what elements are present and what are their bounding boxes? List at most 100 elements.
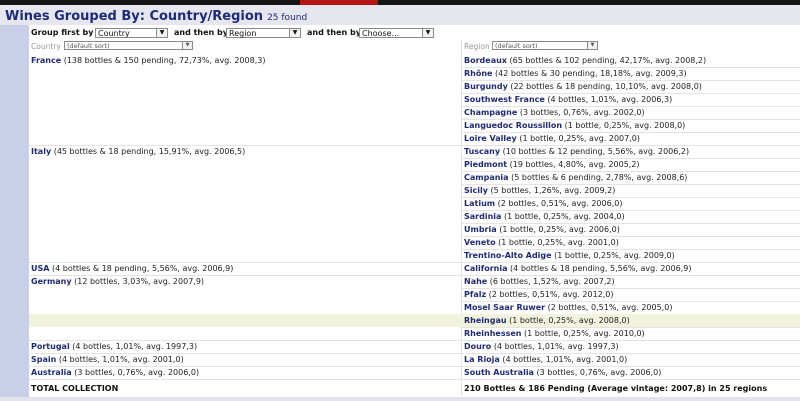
then-by-select-1[interactable]: Region ▼ [226,28,301,38]
region-link[interactable]: Pfalz [464,290,486,299]
region-stats: (1 bottle, 0,25%, avg. 2008,0) [506,316,630,325]
region-cell: Southwest France (4 bottles, 1,01%, avg.… [464,93,672,106]
table-row: Languedoc Roussillon (1 bottle, 0,25%, a… [29,119,800,132]
region-link[interactable]: Tuscany [464,147,500,156]
region-link[interactable]: Mosel Saar Ruwer [464,303,545,312]
region-stats: (1 bottle, 0,25%, avg. 2009,0) [551,251,675,260]
region-link[interactable]: Rheinhessen [464,329,521,338]
country-link[interactable]: USA [31,264,49,273]
region-link[interactable]: Trentino-Alto Adige [464,251,552,260]
table-row: Rheingau (1 bottle, 0,25%, avg. 2008,0) [29,314,800,327]
region-link[interactable]: Sardinia [464,212,501,221]
table-row: Pfalz (2 bottles, 0,51%, avg. 2012,0) [29,288,800,301]
region-cell: Rheinhessen (1 bottle, 0,25%, avg. 2010,… [464,327,645,340]
region-link[interactable]: South Australia [464,368,534,377]
region-link[interactable]: Umbria [464,225,497,234]
region-link[interactable]: Southwest France [464,95,545,104]
then-by-select-1-value: Region [229,29,257,38]
country-link[interactable]: Portugal [31,342,70,351]
table-row: Sardinia (1 bottle, 0,25%, avg. 2004,0) [29,210,800,223]
group-first-select[interactable]: Country ▼ [95,28,168,38]
region-link[interactable]: Bordeaux [464,56,507,65]
then-by-label-2: and then by [307,28,361,37]
region-cell: Burgundy (22 bottles & 18 pending, 10,10… [464,80,702,93]
table-row: Mosel Saar Ruwer (2 bottles, 0,51%, avg.… [29,301,800,314]
table-row: Rhône (42 bottles & 30 pending, 18,18%, … [29,67,800,80]
region-link[interactable]: Loire Valley [464,134,517,143]
then-by-label-1: and then by [174,28,228,37]
table-row: Latium (2 bottles, 0,51%, avg. 2006,0) [29,197,800,210]
region-link[interactable]: La Rioja [464,355,500,364]
region-sort-value: (default sort) [495,42,538,50]
region-link[interactable]: Sicily [464,186,488,195]
region-cell: Mosel Saar Ruwer (2 bottles, 0,51%, avg.… [464,301,672,314]
page-header: Wines Grouped By: Country/Region 25 found [0,5,800,25]
table-row: France (138 bottles & 150 pending, 72,73… [29,54,800,67]
table-row: USA (4 bottles & 18 pending, 5,56%, avg.… [29,262,800,275]
country-link[interactable]: Germany [31,277,72,286]
region-link[interactable]: Douro [464,342,491,351]
country-sort-value: (default sort) [67,42,110,50]
page-title-text: Wines Grouped By: Country/Region [5,9,264,24]
table-row: Italy (45 bottles & 18 pending, 15,91%, … [29,145,800,158]
region-cell: Veneto (1 bottle, 0,25%, avg. 2001,0) [464,236,619,249]
chevron-down-icon: ▼ [422,29,433,37]
region-cell: Champagne (3 bottles, 0,76%, avg. 2002,0… [464,106,645,119]
region-stats: (4 bottles, 1,01%, avg. 2006,3) [544,95,673,104]
region-cell: Sicily (5 bottles, 1,26%, avg. 2009,2) [464,184,615,197]
group-first-label: Group first by [31,28,94,37]
country-cell: Germany (12 bottles, 3,03%, avg. 2007,9) [31,275,204,288]
country-link[interactable]: Italy [31,147,51,156]
region-cell: Nahe (6 bottles, 1,52%, avg. 2007,2) [464,275,615,288]
country-stats: (138 bottles & 150 pending, 72,73%, avg.… [61,56,266,65]
group-separator [29,379,800,380]
country-cell: Portugal (4 bottles, 1,01%, avg. 1997,3) [31,340,197,353]
country-stats: (12 bottles, 3,03%, avg. 2007,9) [71,277,205,286]
country-stats: (45 bottles & 18 pending, 15,91%, avg. 2… [51,147,246,156]
region-cell: Douro (4 bottles, 1,01%, avg. 1997,3) [464,340,619,353]
then-by-select-2[interactable]: Choose... ▼ [359,28,434,38]
region-stats: (4 bottles & 18 pending, 5,56%, avg. 200… [507,264,692,273]
country-stats: (4 bottles, 1,01%, avg. 1997,3) [69,342,198,351]
region-stats: (5 bottles, 1,26%, avg. 2009,2) [487,186,616,195]
region-link[interactable]: Burgundy [464,82,508,91]
region-link[interactable]: California [464,264,508,273]
region-link[interactable]: Rheingau [464,316,507,325]
country-column-header: Country [31,42,61,51]
table-row: Campania (5 bottles & 6 pending, 2,78%, … [29,171,800,184]
chevron-down-icon: ▼ [182,42,192,49]
country-link[interactable]: Australia [31,368,72,377]
left-sidebar-strip [0,25,29,397]
country-stats: (4 bottles & 18 pending, 5,56%, avg. 200… [49,264,234,273]
then-by-select-2-value: Choose... [362,29,400,38]
region-cell: Latium (2 bottles, 0,51%, avg. 2006,0) [464,197,622,210]
country-stats: (3 bottles, 0,76%, avg. 2006,0) [71,368,200,377]
region-stats: (4 bottles, 1,01%, avg. 1997,3) [491,342,619,351]
region-column-header: Region [464,42,490,51]
table-row: Australia (3 bottles, 0,76%, avg. 2006,0… [29,366,800,379]
region-link[interactable]: Champagne [464,108,517,117]
country-sort-select[interactable]: (default sort) ▼ [64,41,193,50]
region-cell: Loire Valley (1 bottle, 0,25%, avg. 2007… [464,132,640,145]
country-link[interactable]: Spain [31,355,56,364]
region-stats: (3 bottles, 0,76%, avg. 2006,0) [533,368,662,377]
region-link[interactable]: Languedoc Roussillon [464,121,562,130]
total-summary: 210 Bottles & 186 Pending (Average vinta… [464,384,768,393]
region-link[interactable]: Veneto [464,238,496,247]
region-link[interactable]: Rhône [464,69,492,78]
region-link[interactable]: Latium [464,199,495,208]
region-cell: Trentino-Alto Adige (1 bottle, 0,25%, av… [464,249,675,262]
table-row: Burgundy (22 bottles & 18 pending, 10,10… [29,80,800,93]
region-link[interactable]: Nahe [464,277,487,286]
country-cell: USA (4 bottles & 18 pending, 5,56%, avg.… [31,262,233,275]
region-link[interactable]: Piedmont [464,160,507,169]
region-link[interactable]: Campania [464,173,509,182]
chevron-down-icon: ▼ [587,42,597,49]
region-cell: Umbria (1 bottle, 0,25%, avg. 2006,0) [464,223,620,236]
table-row: Spain (4 bottles, 1,01%, avg. 2001,0) La … [29,353,800,366]
country-link[interactable]: France [31,56,61,65]
region-stats: (10 bottles & 12 pending, 5,56%, avg. 20… [500,147,690,156]
region-stats: (1 bottle, 0,25%, avg. 2010,0) [521,329,645,338]
region-sort-select[interactable]: (default sort) ▼ [492,41,598,50]
region-stats: (65 bottles & 102 pending, 42,17%, avg. … [506,56,707,65]
